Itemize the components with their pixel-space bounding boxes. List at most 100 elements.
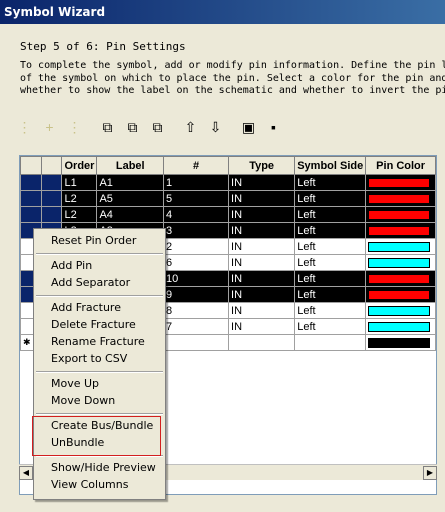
- pin-color-swatch[interactable]: [368, 337, 431, 348]
- pin-color-swatch[interactable]: [368, 177, 431, 188]
- pin-color-swatch[interactable]: [368, 273, 431, 284]
- cut-icon[interactable]: ⧉: [122, 117, 143, 138]
- cell-number[interactable]: 8: [163, 302, 230, 319]
- cell-label[interactable]: A5: [96, 190, 165, 207]
- column-header-label[interactable]: Label: [96, 156, 165, 175]
- cell-symbol-side[interactable]: Left: [294, 238, 367, 255]
- cell-order[interactable]: L2: [61, 206, 98, 223]
- menu-item-move-up[interactable]: Move Up: [51, 376, 99, 392]
- cell-symbol-side[interactable]: Left: [294, 206, 367, 223]
- cell-pin-color[interactable]: [365, 254, 436, 271]
- save-icon[interactable]: ▪: [263, 117, 284, 138]
- table-row[interactable]: L2 A4 4 IN Left: [20, 206, 436, 223]
- cell-number[interactable]: [163, 334, 230, 351]
- cell-symbol-side[interactable]: Left: [294, 286, 367, 303]
- cell-type[interactable]: IN: [228, 302, 296, 319]
- cell-number[interactable]: 10: [163, 270, 230, 287]
- cell-number[interactable]: 3: [163, 222, 230, 239]
- menu-item-reset-pin-order[interactable]: Reset Pin Order: [51, 233, 136, 249]
- paste-icon[interactable]: ⧉: [147, 117, 168, 138]
- cell-label[interactable]: A4: [96, 206, 165, 223]
- column-header-number[interactable]: #: [163, 156, 230, 175]
- scroll-right-icon[interactable]: ▶: [423, 466, 437, 480]
- cell-pin-color[interactable]: [365, 206, 436, 223]
- cell-type[interactable]: IN: [228, 254, 296, 271]
- add-separator-icon[interactable]: ⋮: [64, 117, 85, 138]
- move-up-icon[interactable]: ⇧: [180, 117, 201, 138]
- cell-pin-color[interactable]: [365, 174, 436, 191]
- menu-item-rename-fracture[interactable]: Rename Fracture: [51, 334, 145, 350]
- cell-label[interactable]: A1: [96, 174, 165, 191]
- menu-item-delete-fracture[interactable]: Delete Fracture: [51, 317, 136, 333]
- cell-type[interactable]: IN: [228, 222, 296, 239]
- cell-symbol-side[interactable]: Left: [294, 254, 367, 271]
- row-selector[interactable]: [41, 174, 63, 191]
- cell-type[interactable]: IN: [228, 190, 296, 207]
- add-pin-icon[interactable]: ⋮: [14, 117, 35, 138]
- insert-pin-icon[interactable]: +: [39, 117, 60, 138]
- cell-pin-color[interactable]: [365, 238, 436, 255]
- cell-pin-color[interactable]: [365, 190, 436, 207]
- cell-pin-color[interactable]: [365, 222, 436, 239]
- cell-type[interactable]: IN: [228, 174, 296, 191]
- menu-item-export-to-csv[interactable]: Export to CSV: [51, 351, 127, 367]
- cell-pin-color[interactable]: [365, 318, 436, 335]
- cell-pin-color[interactable]: [365, 286, 436, 303]
- row-selector[interactable]: [41, 206, 63, 223]
- row-header[interactable]: [20, 206, 43, 223]
- row-header[interactable]: [20, 190, 43, 207]
- pin-color-swatch[interactable]: [368, 257, 431, 268]
- cell-number[interactable]: 7: [163, 318, 230, 335]
- pin-color-swatch[interactable]: [368, 241, 431, 252]
- cell-number[interactable]: 4: [163, 206, 230, 223]
- cell-symbol-side[interactable]: Left: [294, 318, 367, 335]
- cell-symbol-side[interactable]: Left: [294, 190, 367, 207]
- cell-type[interactable]: IN: [228, 270, 296, 287]
- pin-color-swatch[interactable]: [368, 209, 431, 220]
- cell-number[interactable]: 6: [163, 254, 230, 271]
- cell-symbol-side[interactable]: Left: [294, 302, 367, 319]
- menu-item-add-separator[interactable]: Add Separator: [51, 275, 130, 291]
- cell-type[interactable]: IN: [228, 318, 296, 335]
- column-header-symbol-side[interactable]: Symbol Side: [294, 156, 367, 175]
- cell-symbol-side[interactable]: Left: [294, 270, 367, 287]
- row-selector[interactable]: [41, 190, 63, 207]
- menu-item-view-columns[interactable]: View Columns: [51, 477, 128, 493]
- cell-pin-color[interactable]: [365, 334, 436, 351]
- menu-item-show-hide-preview[interactable]: Show/Hide Preview: [51, 460, 156, 476]
- table-row[interactable]: L1 A1 1 IN Left: [20, 174, 436, 191]
- cell-order[interactable]: L1: [61, 174, 98, 191]
- row-header[interactable]: [20, 174, 43, 191]
- cell-symbol-side[interactable]: Left: [294, 174, 367, 191]
- cell-order[interactable]: L2: [61, 190, 98, 207]
- table-row[interactable]: L2 A5 5 IN Left: [20, 190, 436, 207]
- column-header-order[interactable]: Order: [61, 156, 98, 175]
- menu-item-add-fracture[interactable]: Add Fracture: [51, 300, 121, 316]
- pin-color-swatch[interactable]: [368, 305, 431, 316]
- column-header-type[interactable]: Type: [228, 156, 296, 175]
- cell-pin-color[interactable]: [365, 302, 436, 319]
- scroll-left-icon[interactable]: ◀: [19, 466, 33, 480]
- cell-type[interactable]: IN: [228, 286, 296, 303]
- cell-symbol-side[interactable]: [294, 334, 367, 351]
- row-header-corner: [20, 156, 43, 175]
- pin-color-swatch[interactable]: [368, 225, 431, 236]
- cell-type[interactable]: IN: [228, 206, 296, 223]
- pin-color-swatch[interactable]: [368, 193, 431, 204]
- chip-icon[interactable]: ▣: [238, 117, 259, 138]
- cell-number[interactable]: 1: [163, 174, 230, 191]
- cell-number[interactable]: 2: [163, 238, 230, 255]
- column-header-pin-color[interactable]: Pin Color: [365, 156, 436, 175]
- pin-color-swatch[interactable]: [368, 289, 431, 300]
- pin-color-swatch[interactable]: [368, 321, 431, 332]
- menu-item-add-pin[interactable]: Add Pin: [51, 258, 92, 274]
- cell-number[interactable]: 9: [163, 286, 230, 303]
- cell-type[interactable]: IN: [228, 238, 296, 255]
- copy-icon[interactable]: ⧉: [97, 117, 118, 138]
- menu-item-move-down[interactable]: Move Down: [51, 393, 115, 409]
- cell-type[interactable]: [228, 334, 296, 351]
- cell-pin-color[interactable]: [365, 270, 436, 287]
- cell-symbol-side[interactable]: Left: [294, 222, 367, 239]
- move-down-icon[interactable]: ⇩: [205, 117, 226, 138]
- cell-number[interactable]: 5: [163, 190, 230, 207]
